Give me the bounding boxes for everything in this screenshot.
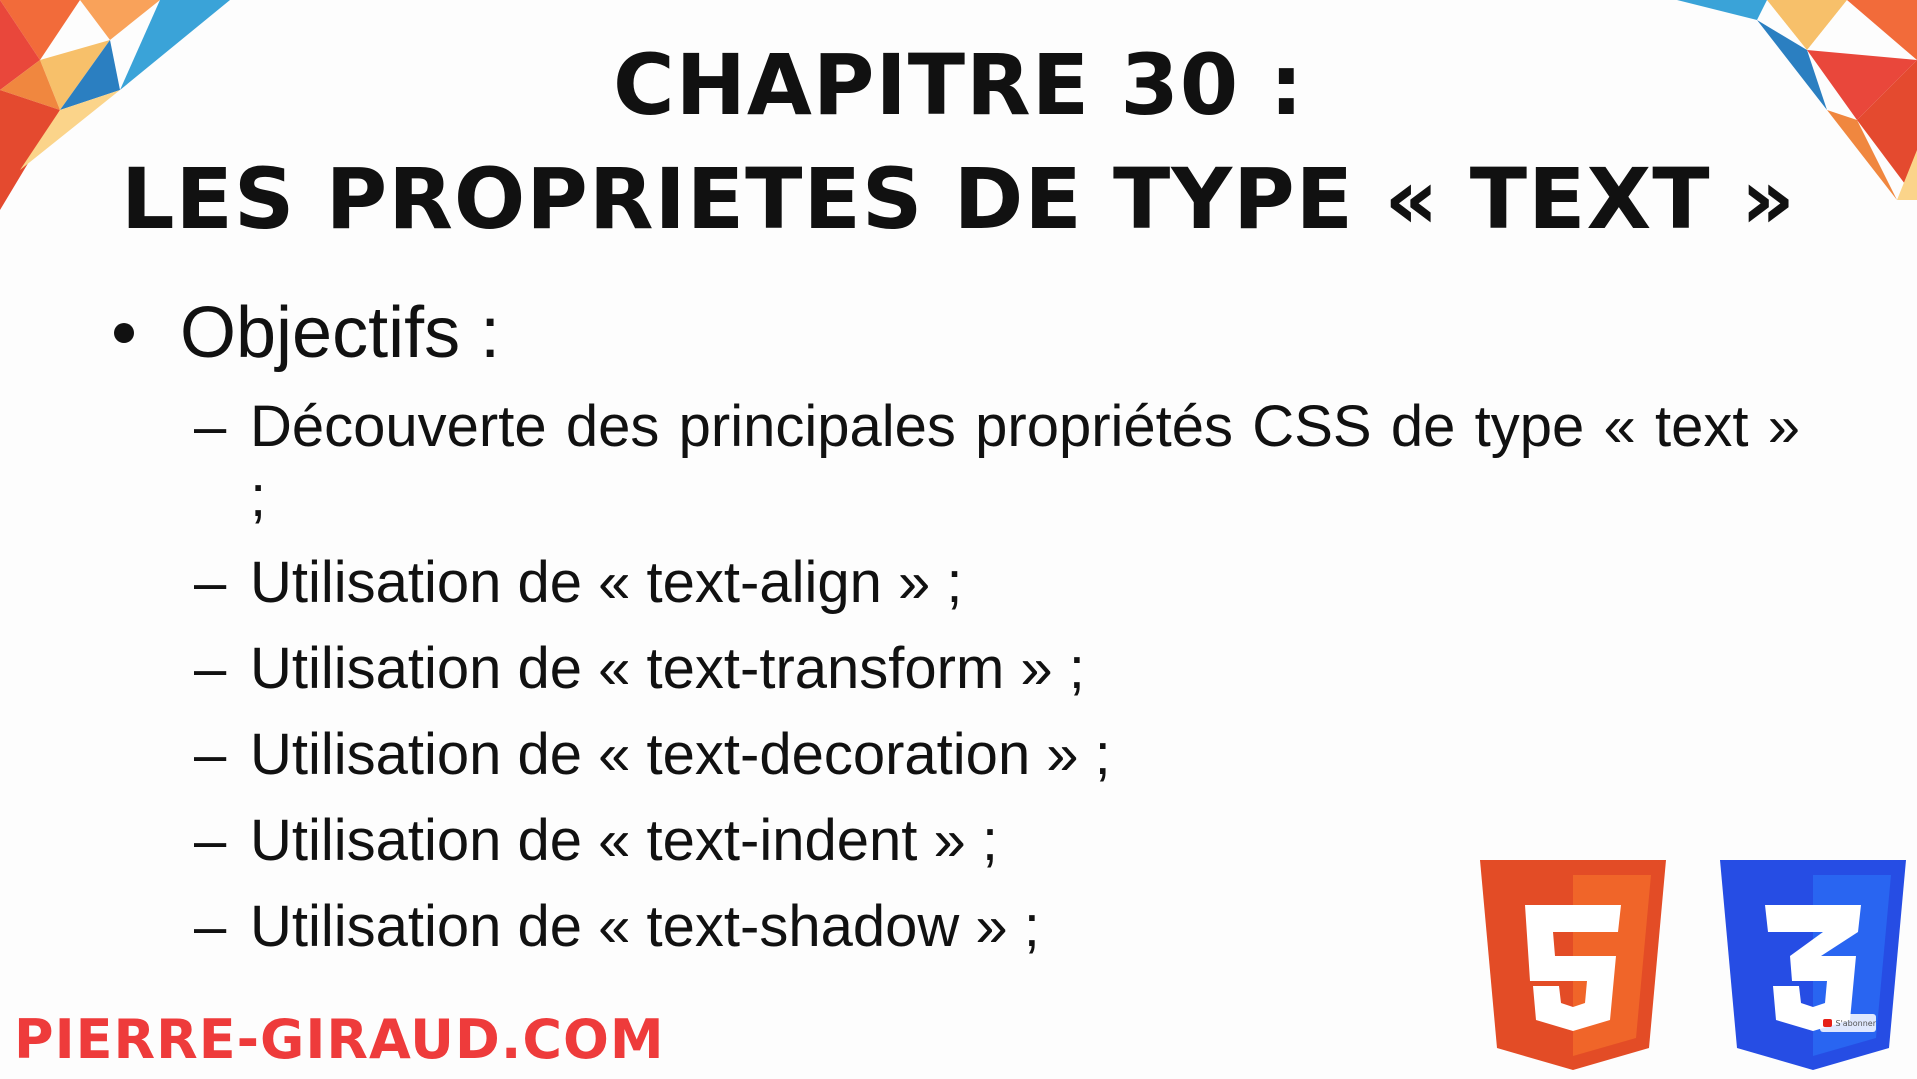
list-item: – Utilisation de « text-decoration » ; [194, 720, 1808, 790]
slide-title: CHAPITRE 30 : LES PROPRIETES DE TYPE « T… [0, 28, 1917, 256]
subscribe-label: S'abonner [1835, 1018, 1876, 1028]
list-item-text: Utilisation de « text-transform » ; [250, 636, 1085, 701]
html5-logo-icon [1480, 860, 1666, 1070]
css3-logo-icon [1720, 860, 1906, 1070]
dash-marker: – [194, 894, 227, 959]
objectives-label: Objectifs : [180, 293, 501, 373]
list-item: – Utilisation de « text-transform » ; [194, 634, 1808, 704]
dash-marker: – [194, 636, 227, 701]
list-item-text: Découverte des principales propriétés CS… [250, 394, 1800, 529]
list-item-text: Utilisation de « text-decoration » ; [250, 722, 1111, 787]
dash-marker: – [194, 808, 227, 873]
title-line-2: LES PROPRIETES DE TYPE « TEXT » [120, 150, 1797, 248]
dash-marker: – [194, 394, 227, 459]
subscribe-button[interactable]: S'abonner [1820, 1014, 1876, 1032]
youtube-icon [1823, 1019, 1833, 1027]
list-item-text: Utilisation de « text-align » ; [250, 550, 963, 615]
list-item: – Utilisation de « text-align » ; [194, 548, 1808, 618]
objectives-bullet: Objectifs : [108, 288, 1808, 378]
bullet-dot-icon [114, 323, 134, 343]
slide: CHAPITRE 30 : LES PROPRIETES DE TYPE « T… [0, 0, 1917, 1079]
site-brand: PIERRE-GIRAUD.COM [14, 1008, 665, 1071]
title-line-1: CHAPITRE 30 : [612, 36, 1305, 134]
dash-marker: – [194, 550, 227, 615]
list-item: – Découverte des principales propriétés … [194, 392, 1808, 532]
dash-marker: – [194, 722, 227, 787]
